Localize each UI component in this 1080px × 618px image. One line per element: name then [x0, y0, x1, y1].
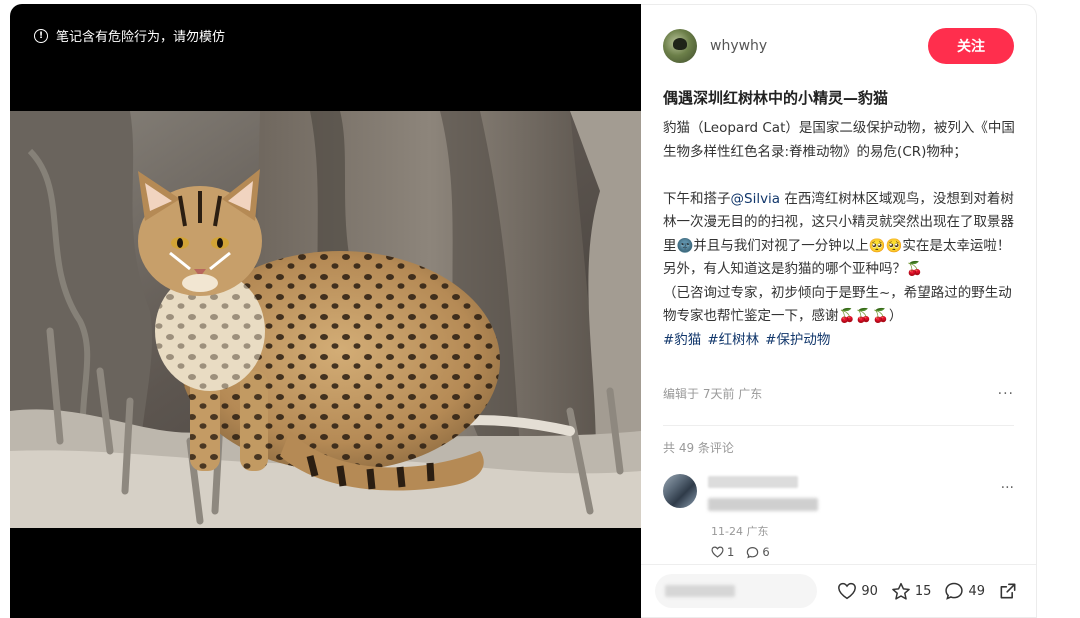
commenter-avatar[interactable]: [663, 474, 697, 508]
post-paragraph-3: 另外，有人知道这是豹猫的哪个亚种吗？🍒: [663, 261, 923, 277]
collect-count: 15: [914, 583, 932, 599]
chat-bubble-icon: [945, 582, 964, 600]
danger-warning: ! 笔记含有危险行为，请勿模仿: [34, 26, 225, 45]
hashtag-row: #豹猫 #红树林 #保护动物: [663, 329, 1019, 353]
heart-icon: [838, 582, 857, 600]
commenter-name-redacted: [708, 476, 798, 488]
note-detail-page: ! 笔记含有危险行为，请勿模仿 whywhy 关注 偶遇深圳红树林中的小精灵—豹…: [0, 0, 1080, 618]
stats-group: 90 15 49: [837, 581, 1018, 601]
comment-count: 49: [968, 583, 985, 599]
more-options-icon[interactable]: ···: [998, 386, 1014, 402]
hashtag-link[interactable]: #红树林: [707, 332, 759, 348]
comment-text-redacted: [708, 498, 818, 511]
author-row: whywhy 关注: [663, 27, 1014, 65]
leopard-cat-photo: [10, 111, 641, 528]
share-icon: [1000, 583, 1016, 599]
heart-icon: [711, 546, 724, 558]
post-paragraph-1: 豹猫（Leopard Cat）是国家二级保护动物，被列入《中国生物多样性红色名录…: [663, 120, 1015, 160]
comment-reply-count: 6: [762, 545, 770, 559]
note-info-panel: whywhy 关注 偶遇深圳红树林中的小精灵—豹猫 豹猫（Leopard Cat…: [641, 4, 1037, 618]
comment-actions: 1 6: [711, 545, 770, 559]
hashtag-link[interactable]: #豹猫: [663, 332, 701, 348]
comment-item: 11-24 广东 1 6 ···: [663, 472, 1014, 567]
author-avatar[interactable]: [663, 29, 697, 63]
like-button[interactable]: 90: [837, 582, 878, 600]
star-icon: [892, 582, 910, 600]
mention-link[interactable]: @Silvia: [731, 191, 781, 207]
post-meta-row: 编辑于 7天前 广东 ···: [663, 385, 1014, 402]
follow-button[interactable]: 关注: [928, 28, 1014, 64]
post-body: 豹猫（Leopard Cat）是国家二级保护动物，被列入《中国生物多样性红色名录…: [663, 117, 1019, 352]
author-name[interactable]: whywhy: [710, 38, 767, 54]
post-paragraph-2: 下午和搭子@Silvia 在西湾红树林区域观鸟，没想到对着树林一次漫无目的的扫视…: [663, 188, 1019, 259]
share-button[interactable]: [998, 581, 1018, 601]
comment-more-icon[interactable]: ···: [1001, 480, 1014, 496]
comment-input[interactable]: [655, 574, 817, 608]
comment-date: 11-24 广东: [711, 525, 769, 538]
engagement-bar: 90 15 49: [641, 564, 1036, 617]
hashtag-link[interactable]: #保护动物: [765, 332, 830, 348]
media-viewer[interactable]: ! 笔记含有危险行为，请勿模仿: [10, 4, 641, 618]
post-title: 偶遇深圳红树林中的小精灵—豹猫: [663, 89, 889, 107]
info-circle-icon: !: [34, 28, 48, 43]
comment-reply-button[interactable]: 6: [746, 545, 770, 559]
danger-warning-text: 笔记含有危险行为，请勿模仿: [56, 30, 226, 45]
post-paragraph-4: （已咨询过专家，初步倾向于是野生~，希望路过的野生动物专家也帮忙鉴定一下，感谢🍒…: [663, 284, 1012, 325]
comment-like-count: 1: [727, 545, 735, 559]
collect-button[interactable]: 15: [891, 582, 932, 601]
chat-bubble-icon: [747, 546, 759, 558]
like-count: 90: [861, 583, 878, 599]
comment-count-label: 共 49 条评论: [663, 441, 734, 455]
comment-button[interactable]: 49: [944, 581, 985, 601]
post-paragraph-2-lead: 下午和搭子: [663, 190, 731, 207]
post-edit-info: 编辑于 7天前 广东: [663, 387, 763, 401]
comment-like-button[interactable]: 1: [711, 545, 734, 559]
divider: [663, 425, 1014, 426]
